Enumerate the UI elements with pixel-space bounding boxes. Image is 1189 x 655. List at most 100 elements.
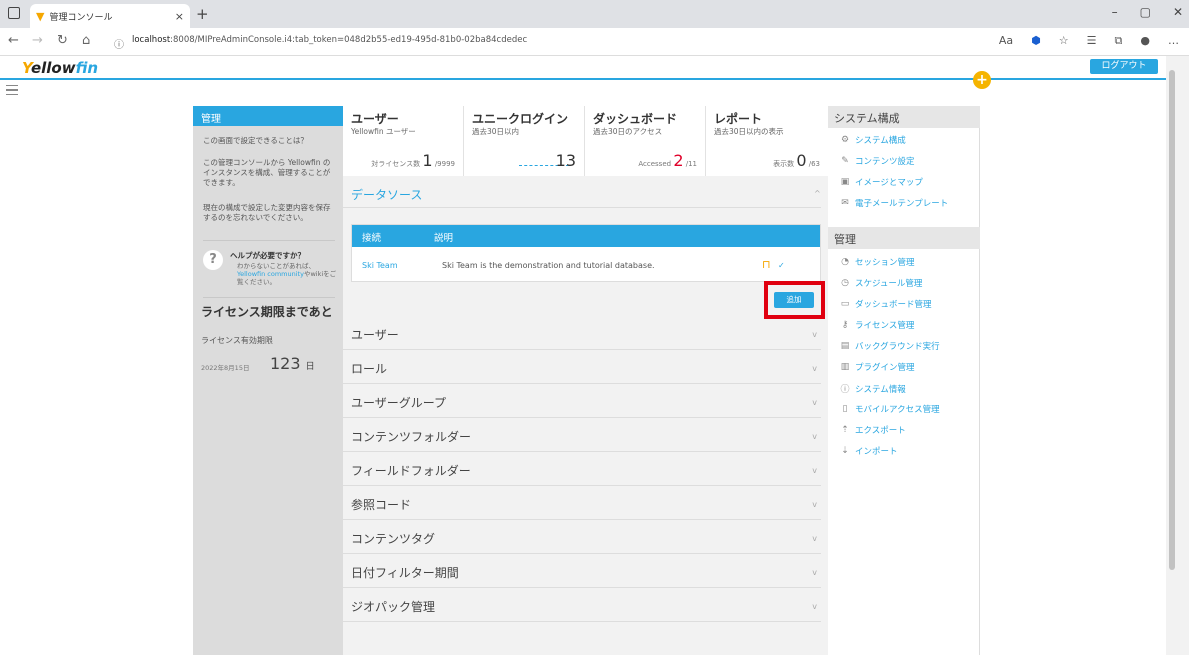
nav-background-execution[interactable]: ▤ バックグラウンド実行 (840, 340, 940, 352)
nav-dashboard-management[interactable]: ▭ ダッシュボード管理 (840, 298, 932, 310)
nav-license-management[interactable]: ⚷ ライセンス管理 (840, 319, 915, 331)
section-geopack[interactable]: ジオパック管理 v (343, 588, 821, 622)
logout-button[interactable]: ログアウト (1090, 59, 1158, 74)
chevron-down-icon: v (812, 398, 817, 407)
key-icon: ⚷ (841, 320, 849, 330)
maximize-icon[interactable]: ▢ (1140, 5, 1151, 19)
connection-name-link[interactable]: Ski Team (362, 261, 398, 270)
nav-plugin-management[interactable]: ▥ プラグイン管理 (840, 361, 915, 373)
import-icon: ⇣ (841, 446, 849, 456)
license-subtitle: ライセンス有効期限 (201, 336, 273, 345)
lock-icon[interactable]: ⊓ (762, 258, 771, 271)
license-days-remaining: 123 日 (270, 354, 315, 373)
section-field-folders[interactable]: フィールドフォルダー v (343, 452, 821, 486)
stat-reports[interactable]: レポート 過去30日以内の表示 表示数 0 /63 (706, 106, 828, 176)
mail-icon: ✉ (841, 198, 849, 208)
yellowfin-favicon-icon: ▼ (36, 9, 45, 23)
nav-email-templates[interactable]: ✉ 電子メールテンプレート (840, 197, 948, 209)
url-field[interactable]: localhost:8008/MIPreAdminConsole.i4:tab_… (132, 35, 527, 45)
yellowfin-logo[interactable]: Yellowfin (22, 59, 98, 77)
system-config-heading: システム構成 (828, 106, 980, 128)
nav-images-maps[interactable]: ▣ イメージとマップ (840, 176, 923, 188)
browser-tab-bar: ▼ 管理コンソール × + – ▢ ✕ (0, 0, 1189, 28)
site-info-icon[interactable]: ⓘ (114, 36, 124, 51)
hamburger-menu-icon[interactable] (6, 85, 18, 95)
nav-export[interactable]: ⇡ エクスポート (840, 424, 906, 436)
section-date-filter-periods[interactable]: 日付フィルター期間 v (343, 554, 821, 588)
tab-close-icon[interactable]: × (175, 10, 184, 23)
chevron-down-icon: v (812, 330, 817, 339)
section-content-folders[interactable]: コンテンツフォルダー v (343, 418, 821, 452)
shield-extension-icon[interactable]: ⬢ (1031, 34, 1041, 48)
more-icon[interactable]: … (1168, 34, 1179, 48)
chevron-down-icon: v (812, 568, 817, 577)
tab-title: 管理コンソール (49, 12, 113, 23)
nav-session-management[interactable]: ◔ セッション管理 (840, 256, 914, 268)
datasource-table: 接続 説明 Ski Team Ski Team is the demonstra… (351, 224, 821, 282)
window-controls: – ▢ ✕ (1112, 5, 1183, 19)
nav-schedule-management[interactable]: ◷ スケジュール管理 (840, 277, 922, 289)
clock-icon: ◷ (841, 278, 849, 288)
panel-warning: 現在の構成で設定した変更内容を保存するのを忘れないでください。 (203, 203, 331, 222)
read-aloud-icon[interactable]: Aa (999, 34, 1013, 48)
chevron-up-icon[interactable]: ^ (814, 189, 821, 198)
help-description: わからないことがあれば、 Yellowfin communityやwikiをご覧… (237, 262, 337, 286)
dashboard-icon: ▭ (840, 299, 850, 309)
license-expiry-date: 2022年8月15日 (201, 364, 250, 372)
nav-import[interactable]: ⇣ インポート (840, 445, 897, 457)
minimize-icon[interactable]: – (1112, 5, 1118, 19)
extensions-icon[interactable]: ⧉ (1115, 34, 1123, 48)
section-roles[interactable]: ロール v (343, 350, 821, 384)
section-reference-codes[interactable]: 参照コード v (343, 486, 821, 520)
panel-divider (203, 240, 335, 241)
favorites-icon[interactable]: ☆ (1059, 34, 1069, 48)
gear-icon: ⚙ (840, 135, 850, 145)
left-info-panel (193, 106, 343, 655)
app-header: Yellowfin (0, 56, 1166, 80)
home-icon[interactable]: ⌂ (82, 33, 90, 48)
section-users[interactable]: ユーザー v (343, 316, 821, 350)
back-icon[interactable]: ← (8, 33, 19, 48)
stat-dashboards[interactable]: ダッシュボード 過去30日のアクセス Accessed 2 /11 (585, 106, 706, 176)
nav-system-info[interactable]: ⓘ システム情報 (840, 382, 905, 396)
admin-heading: 管理 (828, 227, 980, 249)
reload-icon[interactable]: ↻ (57, 33, 68, 48)
create-plus-button[interactable]: + (973, 71, 991, 89)
close-window-icon[interactable]: ✕ (1173, 5, 1183, 19)
datasource-section-title[interactable]: データソース (351, 186, 422, 203)
chevron-down-icon: v (812, 364, 817, 373)
panel-description: この管理コンソールから Yellowfin のインスタンスを構成、管理することが… (203, 158, 331, 187)
community-link[interactable]: Yellowfin community (237, 270, 304, 278)
chevron-down-icon: v (812, 466, 817, 475)
section-content-tags[interactable]: コンテンツタグ v (343, 520, 821, 554)
check-icon: ✓ (778, 261, 785, 270)
left-panel-title: 管理 (193, 106, 343, 126)
nav-mobile-access[interactable]: ▯ モバイルアクセス管理 (840, 403, 940, 415)
nav-content-settings[interactable]: ✎ コンテンツ設定 (840, 155, 914, 167)
session-icon: ◔ (841, 257, 849, 267)
tab-sidebar-icon[interactable] (8, 7, 20, 19)
section-user-groups[interactable]: ユーザーグループ v (343, 384, 821, 418)
nav-system-config[interactable]: ⚙ システム構成 (840, 134, 906, 146)
address-bar: ← → ↻ ⌂ ⓘ localhost:8008/MIPreAdminConso… (0, 28, 1189, 56)
chevron-down-icon: v (812, 534, 817, 543)
stat-unique-logins[interactable]: ユニークログイン 過去30日以内 13 (464, 106, 585, 176)
highlight-box (764, 281, 825, 319)
forward-icon[interactable]: → (32, 33, 43, 48)
info-icon: ⓘ (840, 385, 850, 395)
help-title: ヘルプが必要ですか？ (230, 251, 305, 260)
profile-icon[interactable]: ● (1140, 34, 1150, 48)
chevron-down-icon: v (812, 432, 817, 441)
panel-divider (203, 297, 335, 298)
new-tab-button[interactable]: + (196, 5, 209, 23)
background-task-icon: ▤ (840, 341, 850, 351)
collections-icon[interactable]: ☰ (1087, 34, 1097, 48)
mobile-icon: ▯ (842, 404, 848, 414)
scrollbar-thumb[interactable] (1169, 70, 1175, 570)
browser-tab[interactable]: ▼ 管理コンソール × (30, 4, 190, 28)
stat-users[interactable]: ユーザー Yellowfin ユーザー 対ライセンス数 1 /9999 (343, 106, 464, 176)
pencil-icon: ✎ (841, 156, 849, 166)
chevron-down-icon: v (812, 500, 817, 509)
image-icon: ▣ (840, 177, 850, 187)
help-icon: ? (203, 250, 223, 270)
